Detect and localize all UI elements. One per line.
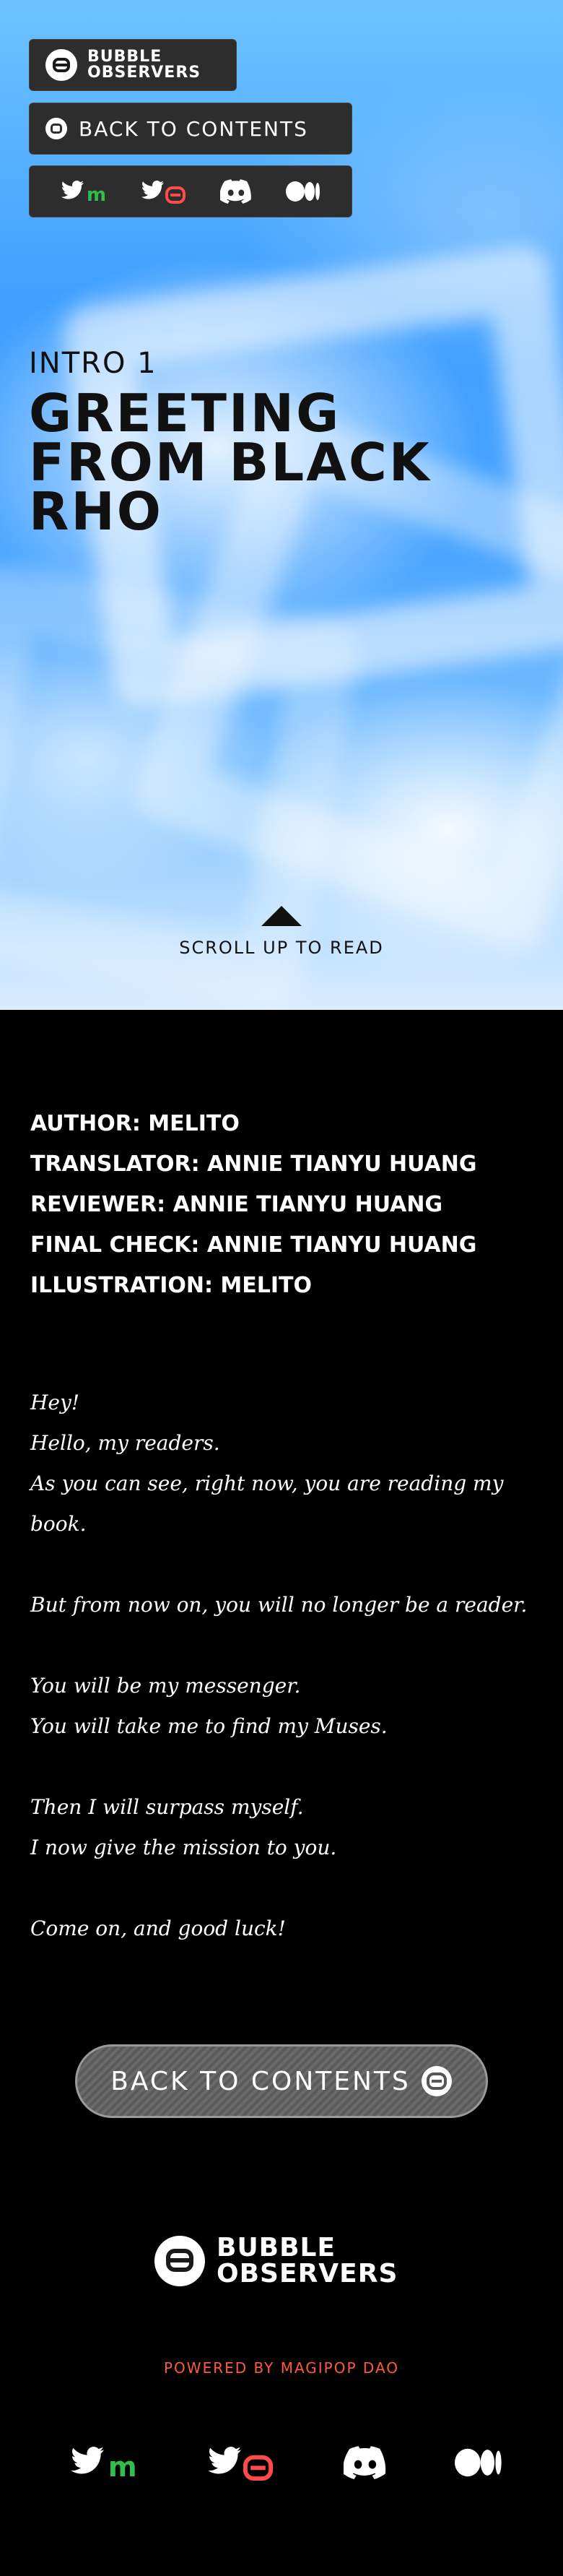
story-text: Hey! Hello, my readers. As you can see, … [30,1383,536,1949]
story-line: But from now on, you will no longer be a… [30,1593,528,1617]
story-line [30,1747,536,1787]
brand-name: BUBBLE OBSERVERS [87,48,201,82]
medium-icon[interactable] [285,181,320,202]
back-to-contents-button[interactable]: BACK TO CONTENTS [75,2044,488,2118]
bubble-observers-logo-icon [45,49,77,81]
twitter-bubble-icon[interactable] [206,2445,276,2481]
back-to-contents-link[interactable]: BACK TO CONTENTS [29,103,352,155]
story-line [30,1625,536,1666]
hero-section: BUBBLE OBSERVERS BACK TO CONTENTS m INTRO… [0,0,563,1010]
story-line: Then I will surpass myself. [30,1795,304,1819]
social-links-bar: m [29,165,352,217]
story-line: You will be my messenger. [30,1674,301,1698]
credit-author: AUTHOR: MELITO [30,1111,240,1136]
story-line: Hello, my readers. [30,1431,220,1455]
powered-by-text[interactable]: POWERED BY MAGIPOP DAO [0,2359,563,2377]
bubble-logo-icon [421,2066,452,2096]
credit-illustration: ILLUSTRATION: MELITO [30,1273,313,1298]
bubble-observers-logo-icon [154,2236,205,2286]
story-line [30,1544,536,1585]
scroll-hint: SCROLL UP TO READ [179,938,384,958]
back-to-contents-label: BACK TO CONTENTS [79,116,308,141]
arrow-up-icon[interactable] [261,906,302,926]
footer-brand-logo[interactable]: BUBBLE OBSERVERS [154,2235,398,2287]
footer-social-links: m [69,2445,502,2481]
story-line [30,1868,536,1909]
credit-final-check: FINAL CHECK: ANNIE TIANYU HUANG [30,1232,477,1258]
twitter-bubble-icon[interactable] [141,179,187,204]
story-line: I now give the mission to you. [30,1836,337,1859]
story-line: As you can see, right now, you are readi… [30,1471,504,1536]
discord-icon[interactable] [344,2446,387,2479]
credits-block: AUTHOR: MELITO TRANSLATOR: ANNIE TIANYU … [30,1104,477,1306]
twitter-mirror-icon[interactable]: m [61,179,107,204]
story-line: Come on, and good luck! [30,1916,286,1940]
story-line: Hey! [30,1391,80,1414]
story-line: You will take me to find my Muses. [30,1714,388,1738]
bubble-logo-icon [45,118,67,139]
credit-reviewer: REVIEWER: ANNIE TIANYU HUANG [30,1192,443,1217]
brand-logo-pill[interactable]: BUBBLE OBSERVERS [29,39,237,91]
medium-icon[interactable] [455,2447,502,2478]
page-title: GREETING FROM BLACK RHO [29,383,432,542]
twitter-mirror-icon[interactable]: m [69,2445,139,2481]
back-to-contents-button-label: BACK TO CONTENTS [110,2066,411,2096]
footer-brand-name: BUBBLE OBSERVERS [217,2233,398,2288]
svg-text:m: m [108,2452,137,2481]
intro-label: INTRO 1 [29,347,157,380]
discord-icon[interactable] [220,179,252,204]
svg-text:m: m [87,184,106,204]
credit-translator: TRANSLATOR: ANNIE TIANYU HUANG [30,1151,477,1177]
